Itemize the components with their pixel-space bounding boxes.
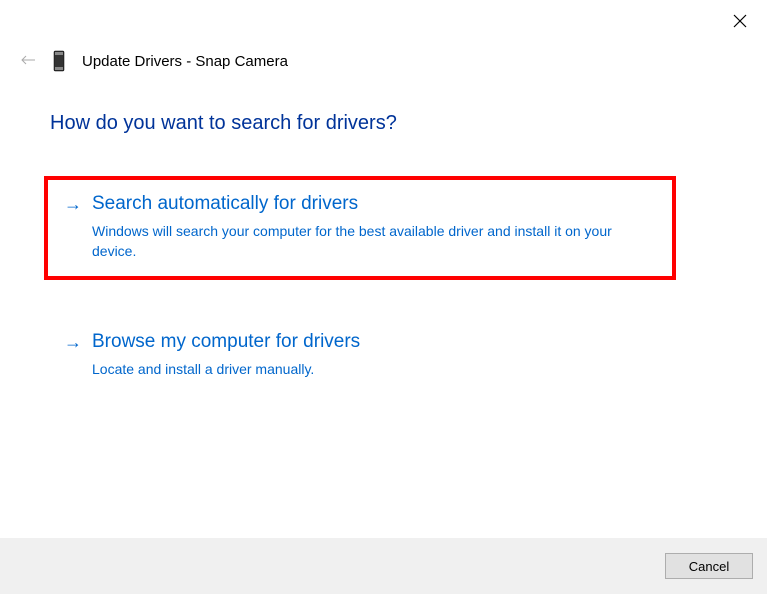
option-search-automatically[interactable]: → Search automatically for drivers Windo… <box>44 177 675 277</box>
dialog-header: Update Drivers - Snap Camera <box>20 50 288 72</box>
dialog-footer: Cancel <box>0 538 767 594</box>
option-description: Windows will search your computer for th… <box>92 221 655 261</box>
option-browse-computer[interactable]: → Browse my computer for drivers Locate … <box>44 315 675 395</box>
option-title: Browse my computer for drivers <box>92 329 360 355</box>
cancel-button-label: Cancel <box>689 559 729 574</box>
close-icon <box>733 14 747 28</box>
device-icon <box>52 50 66 72</box>
back-arrow-icon[interactable] <box>20 52 36 70</box>
dialog-title: Update Drivers - Snap Camera <box>82 53 288 70</box>
cancel-button[interactable]: Cancel <box>665 553 753 579</box>
option-description: Locate and install a driver manually. <box>92 359 360 379</box>
option-title: Search automatically for drivers <box>92 191 655 217</box>
close-button[interactable] <box>731 12 749 30</box>
arrow-right-icon: → <box>64 329 82 355</box>
arrow-right-icon: → <box>64 191 82 217</box>
main-heading: How do you want to search for drivers? <box>50 112 397 135</box>
